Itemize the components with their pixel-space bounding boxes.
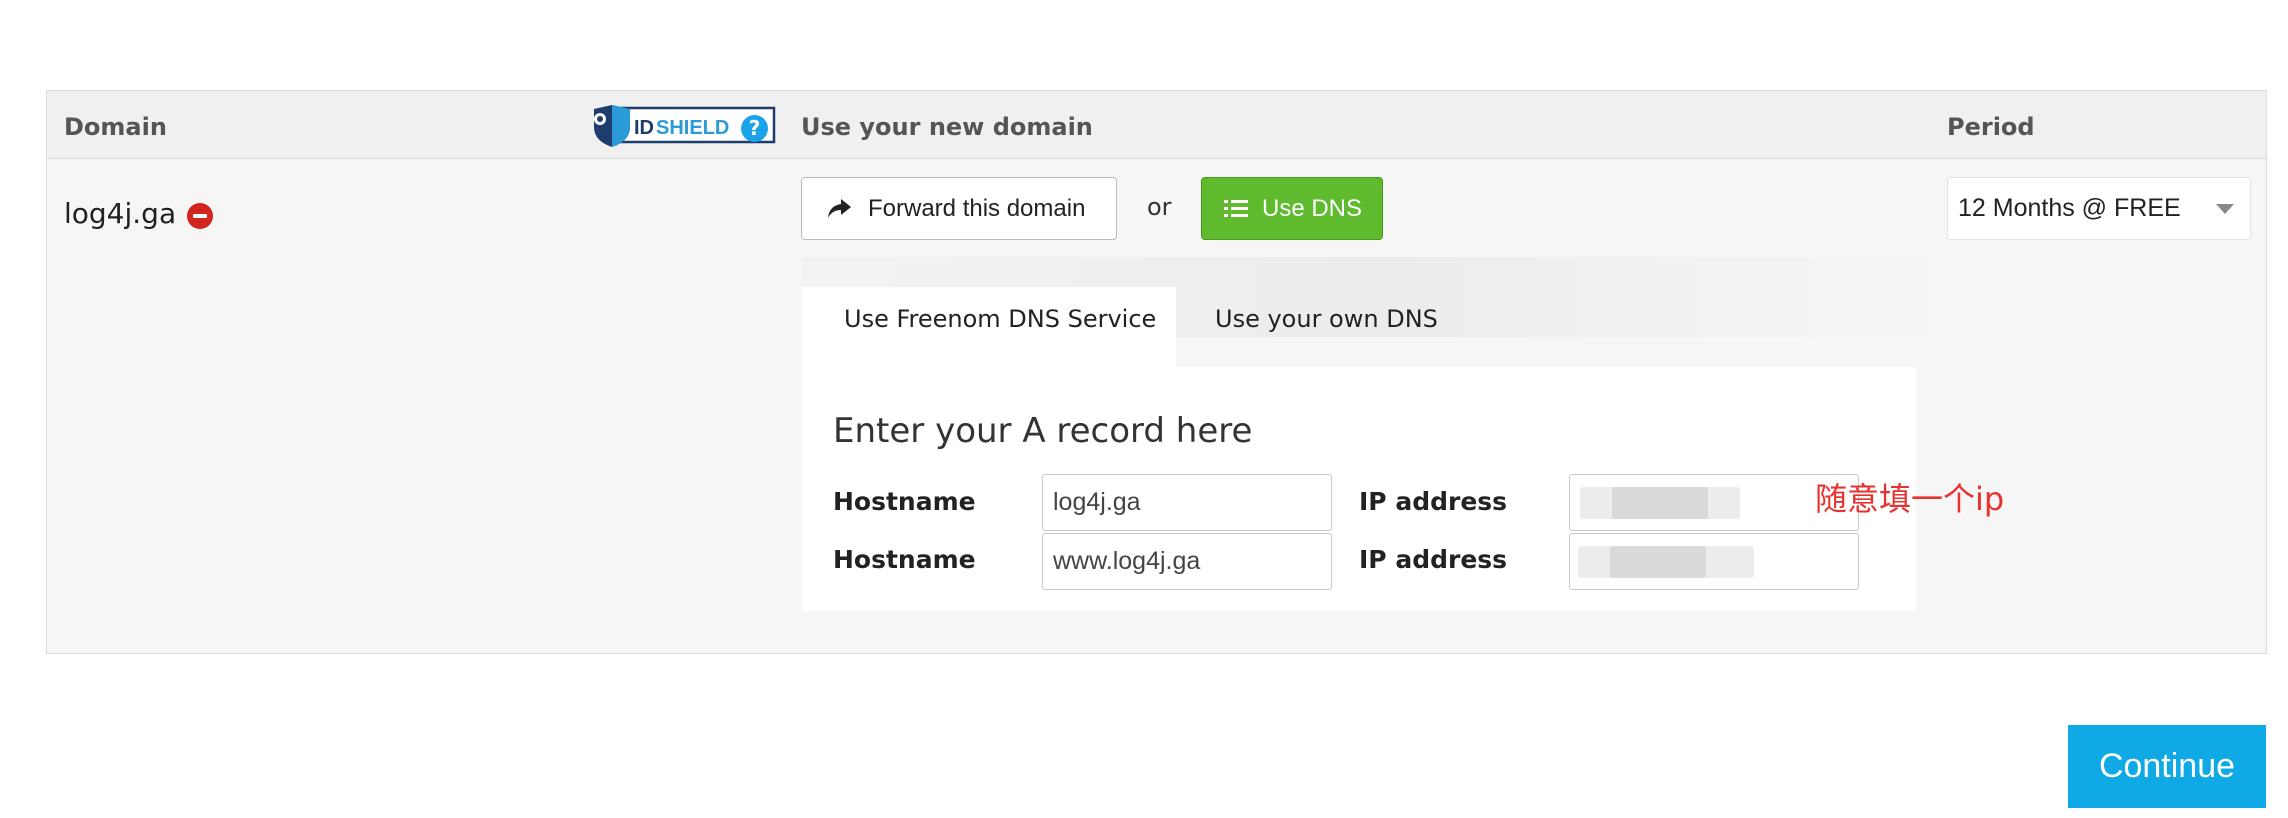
period-selected-value: 12 Months @ FREE: [1958, 194, 2181, 222]
use-domain-column-header: Use your new domain: [801, 113, 1093, 141]
use-dns-label: Use DNS: [1262, 194, 1363, 222]
hostname-input-1[interactable]: [1042, 474, 1332, 531]
ip-address-label: IP address: [1359, 487, 1508, 516]
table-header: Domain ID SHIELD ? Use your new domain P…: [47, 91, 2266, 159]
redacted-value: [1612, 487, 1708, 519]
minus-circle-icon[interactable]: [187, 203, 213, 229]
tab-own-dns[interactable]: Use your own DNS: [1215, 287, 1438, 333]
domain-column-header: Domain: [64, 113, 167, 141]
ip-address-label: IP address: [1359, 545, 1508, 574]
use-dns-button[interactable]: Use DNS: [1201, 177, 1383, 240]
annotation-note: 随意填一个ip: [1815, 480, 2005, 518]
svg-text:ID: ID: [634, 117, 654, 139]
hostname-input-2[interactable]: [1042, 533, 1332, 590]
hostname-label: Hostname: [833, 487, 976, 516]
a-record-card: Enter your A record here Hostname IP add…: [802, 367, 1916, 611]
ip-address-input-2[interactable]: [1569, 533, 1859, 590]
chevron-down-icon: [2216, 204, 2234, 214]
redacted-value: [1610, 546, 1706, 578]
tab-freenom-dns[interactable]: Use Freenom DNS Service: [802, 287, 1176, 367]
or-separator: or: [1147, 193, 1172, 221]
period-select[interactable]: 12 Months @ FREE: [1947, 177, 2251, 240]
list-icon: [1224, 199, 1248, 217]
share-arrow-icon: [828, 198, 851, 218]
continue-button[interactable]: Continue: [2068, 725, 2266, 808]
period-column-header: Period: [1947, 113, 2035, 141]
forward-domain-label: Forward this domain: [868, 194, 1086, 222]
forward-domain-button[interactable]: Forward this domain: [801, 177, 1117, 240]
a-record-title: Enter your A record here: [833, 411, 1253, 451]
hostname-label: Hostname: [833, 545, 976, 574]
help-icon[interactable]: ?: [741, 115, 768, 142]
domain-name: log4j.ga: [64, 197, 177, 230]
svg-text:SHIELD: SHIELD: [656, 117, 729, 139]
domain-config-panel: Domain ID SHIELD ? Use your new domain P…: [46, 90, 2267, 654]
